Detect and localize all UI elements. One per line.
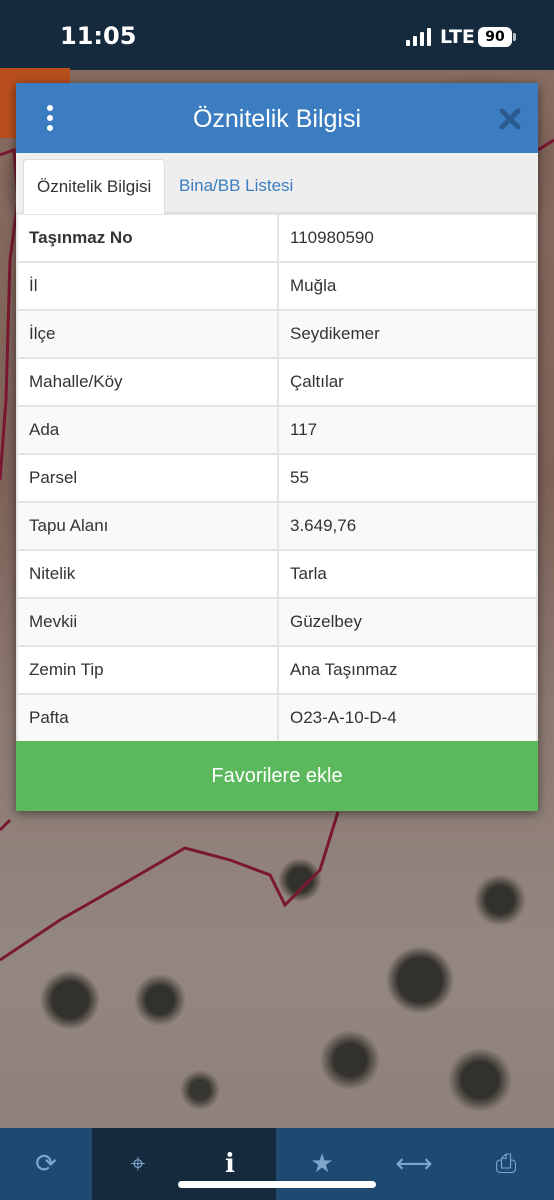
tab-bar: Öznitelik Bilgisi Bina/BB Listesi [16, 153, 538, 214]
home-indicator [178, 1181, 376, 1188]
attribute-key: Parsel [16, 453, 279, 503]
table-row: Zemin Tip Ana Taşınmaz [16, 645, 538, 695]
modal-title: Öznitelik Bilgisi [192, 105, 362, 133]
attribute-key: Taşınmaz No [16, 213, 279, 263]
attribute-value: 117 [277, 405, 538, 455]
table-row: Pafta O23-A-10-D-4 [16, 693, 538, 743]
attribute-key: Zemin Tip [16, 645, 279, 695]
info-icon[interactable]: i [184, 1128, 276, 1200]
attribute-info-modal: Öznitelik Bilgisi Öznitelik Bilgisi Bina… [16, 83, 538, 811]
attribute-value: 55 [277, 453, 538, 503]
attribute-key: Mevkii [16, 597, 279, 647]
table-row: Mevkii Güzelbey [16, 597, 538, 647]
battery-icon: 90 [478, 27, 512, 47]
attribute-value: Tarla [277, 549, 538, 599]
tab-attribute-info[interactable]: Öznitelik Bilgisi [23, 159, 166, 214]
bottom-toolbar: ⟳ ⌖ i ★ ⟷ ⎙ [0, 1128, 554, 1200]
table-row: Parsel 55 [16, 453, 538, 503]
attribute-key: Pafta [16, 693, 279, 743]
table-row: Mahalle/Köy Çaltılar [16, 357, 538, 407]
attribute-key: İlçe [16, 309, 279, 359]
attribute-key: Tapu Alanı [16, 501, 279, 551]
attribute-key: Nitelik [16, 549, 279, 599]
attribute-value: 110980590 [277, 213, 538, 263]
table-row: Nitelik Tarla [16, 549, 538, 599]
attribute-value: O23-A-10-D-4 [277, 693, 538, 743]
table-row: Ada 117 [16, 405, 538, 455]
table-row: Tapu Alanı 3.649,76 [16, 501, 538, 551]
star-icon[interactable]: ★ [276, 1128, 368, 1200]
status-time: 11:05 [60, 22, 137, 50]
battery-nub [513, 33, 516, 41]
cellular-signal-icon [406, 28, 432, 46]
add-to-favorites-button[interactable]: Favorilere ekle [16, 741, 538, 811]
attribute-value: Güzelbey [277, 597, 538, 647]
attribute-value: Çaltılar [277, 357, 538, 407]
modal-header: Öznitelik Bilgisi [16, 83, 538, 153]
attribute-value: Muğla [277, 261, 538, 311]
attribute-key: İl [16, 261, 279, 311]
attribute-key: Mahalle/Köy [16, 357, 279, 407]
crosshair-icon[interactable]: ⌖ [92, 1128, 184, 1200]
tab-building-list[interactable]: Bina/BB Listesi [166, 159, 306, 214]
attribute-table: Taşınmaz No 110980590 İl Muğla İlçe Seydikeme… [16, 213, 538, 743]
attribute-key: Ada [16, 405, 279, 455]
measure-arrows-icon[interactable]: ⟷ [368, 1128, 460, 1200]
network-type: LTE [440, 26, 475, 48]
table-row: İlçe Seydikemer [16, 309, 538, 359]
status-bar: 11:05 LTE 90 [0, 0, 554, 70]
table-row: Taşınmaz No 110980590 [16, 213, 538, 263]
table-row: İl Muğla [16, 261, 538, 311]
attribute-value: Seydikemer [277, 309, 538, 359]
refresh-icon[interactable]: ⟳ [0, 1128, 92, 1200]
attribute-value: Ana Taşınmaz [277, 645, 538, 695]
attribute-value: 3.649,76 [277, 501, 538, 551]
close-icon[interactable] [498, 107, 522, 131]
print-icon[interactable]: ⎙ [460, 1128, 552, 1200]
